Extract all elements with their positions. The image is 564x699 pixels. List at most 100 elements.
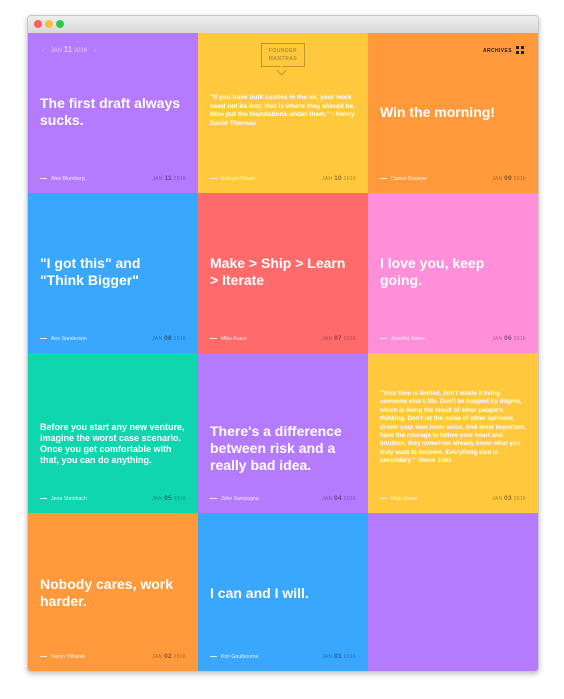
date-month: JAN [152, 496, 163, 502]
mantra-date: JAN 10 2016 [322, 175, 356, 182]
mantra-author: Kathryn Brown [221, 176, 256, 182]
date-year: 2016 [343, 176, 356, 182]
mantra-quote: Make > Ship > Learn > Iterate [210, 255, 346, 288]
mantra-tile[interactable]: ‹ JAN 11 2016 › The first draft always s… [28, 33, 198, 193]
mantra-quote: I love you, keep going. [380, 255, 485, 288]
mantra-date: JAN 05 2016 [152, 495, 186, 502]
mantra-quote: Win the morning! [380, 104, 495, 120]
author-dash [210, 656, 217, 657]
mantra-author: John Sampogna [221, 496, 259, 502]
mantra-author: Kim Goulbourne [221, 654, 259, 660]
mantra-date: JAN 07 2016 [322, 335, 356, 342]
mantra-tile[interactable]: There's a difference between risk and a … [198, 353, 368, 513]
logo-line-2: MANTRAS [268, 56, 298, 62]
prev-day-icon[interactable]: ‹ [42, 48, 44, 54]
date-year: 2016 [173, 336, 186, 342]
archives-link[interactable]: ARCHIVES [483, 48, 512, 54]
mantra-tile[interactable]: FOUNDER MANTRAS "If you have built castl… [198, 33, 368, 193]
date-day: 08 [164, 335, 172, 342]
date-year: 2016 [513, 336, 526, 342]
mantra-quote: "I got this" and "Think Bigger" [40, 255, 141, 288]
logo-speech-tail [276, 65, 287, 76]
mantra-tile[interactable]: ARCHIVES Win the morning! Darren Buckner… [368, 33, 538, 193]
date-month: JAN [492, 176, 503, 182]
mantra-date: JAN 01 2016 [322, 653, 356, 660]
author-dash [40, 656, 47, 657]
date-year: 2016 [513, 496, 526, 502]
date-year: 2016 [173, 496, 186, 502]
date-month: JAN [492, 496, 503, 502]
nav-month: JAN [50, 48, 63, 54]
close-window-icon[interactable] [34, 20, 42, 28]
date-day: 03 [504, 495, 512, 502]
nav-year: 2016 [73, 48, 88, 54]
grid-icon[interactable] [516, 46, 524, 54]
mantra-quote: Nobody cares, work harder. [40, 576, 174, 609]
date-month: JAN [152, 336, 163, 342]
next-day-icon[interactable]: › [94, 48, 96, 54]
date-month: JAN [322, 336, 333, 342]
date-day: 01 [334, 653, 342, 660]
mantra-tile[interactable]: "I got this" and "Think Bigger" Ann Sand… [28, 193, 198, 353]
author-dash [380, 178, 387, 179]
date-year: 2016 [173, 176, 186, 182]
author-dash [380, 498, 387, 499]
mantra-date: JAN 06 2016 [492, 335, 526, 342]
nav-day: 11 [63, 45, 73, 54]
browser-window: ‹ JAN 11 2016 › The first draft always s… [27, 15, 539, 672]
date-year: 2016 [173, 654, 186, 660]
date-month: JAN [322, 496, 333, 502]
window-titlebar [28, 16, 538, 34]
author-dash [380, 338, 387, 339]
mantra-quote: Before you start any new venture, imagin… [40, 422, 185, 465]
mantra-tile[interactable]: I love you, keep going. Jennifer Jones J… [368, 193, 538, 353]
author-dash [40, 498, 47, 499]
mantra-author: Mike Arauz [221, 336, 247, 342]
mantra-author: Jennifer Jones [391, 336, 425, 342]
author-dash [40, 178, 47, 179]
date-day: 04 [334, 495, 342, 502]
mantra-author: Alex Blumberg [51, 176, 85, 182]
date-day: 06 [504, 335, 512, 342]
mantra-date: JAN 02 2016 [152, 653, 186, 660]
founder-mantras-logo[interactable]: FOUNDER MANTRAS [261, 43, 305, 67]
mantra-tile[interactable]: I can and I will. Kim Goulbourne JAN 01 … [198, 513, 368, 671]
author-dash [210, 498, 217, 499]
mantra-quote: The first draft always sucks. [40, 95, 181, 128]
author-dash [210, 338, 217, 339]
date-day: 09 [504, 175, 512, 182]
date-day: 02 [164, 653, 172, 660]
mantra-quote: "Your time is limited, don't waste it li… [380, 390, 526, 465]
mantra-author: Ann Sanderson [51, 336, 87, 342]
date-month: JAN [152, 654, 163, 660]
mantra-grid: ‹ JAN 11 2016 › The first draft always s… [28, 33, 538, 671]
date-day: 05 [164, 495, 172, 502]
minimize-window-icon[interactable] [45, 20, 53, 28]
date-year: 2016 [343, 496, 356, 502]
author-dash [210, 178, 217, 179]
date-day: 11 [164, 175, 172, 182]
date-year: 2016 [513, 176, 526, 182]
mantra-author: Darren Buckner [391, 176, 428, 182]
author-dash [40, 338, 47, 339]
mantra-tile[interactable]: Before you start any new venture, imagin… [28, 353, 198, 513]
mantra-quote: There's a difference between risk and a … [210, 423, 342, 473]
mantra-quote: I can and I will. [210, 585, 309, 601]
date-month: JAN [322, 176, 333, 182]
mantra-author: Saron Yitbarek [51, 654, 86, 660]
mantra-quote: "If you have built castles in the air, y… [210, 94, 356, 127]
mantra-author: Jena Steinbach [51, 496, 87, 502]
date-month: JAN [152, 176, 163, 182]
mantra-date: JAN 04 2016 [322, 495, 356, 502]
date-year: 2016 [343, 336, 356, 342]
date-navigation: ‹ JAN 11 2016 › [42, 45, 96, 54]
date-day: 10 [334, 175, 342, 182]
maximize-window-icon[interactable] [56, 20, 64, 28]
date-day: 07 [334, 335, 342, 342]
mantra-tile[interactable]: Nobody cares, work harder. Saron Yitbare… [28, 513, 198, 671]
logo-line-1: FOUNDER [268, 48, 298, 54]
mantra-date: JAN 11 2016 [152, 175, 186, 182]
mantra-tile[interactable]: "Your time is limited, don't waste it li… [368, 353, 538, 513]
mantra-tile[interactable]: Make > Ship > Learn > Iterate Mike Arauz… [198, 193, 368, 353]
mantra-date: JAN 03 2016 [492, 495, 526, 502]
